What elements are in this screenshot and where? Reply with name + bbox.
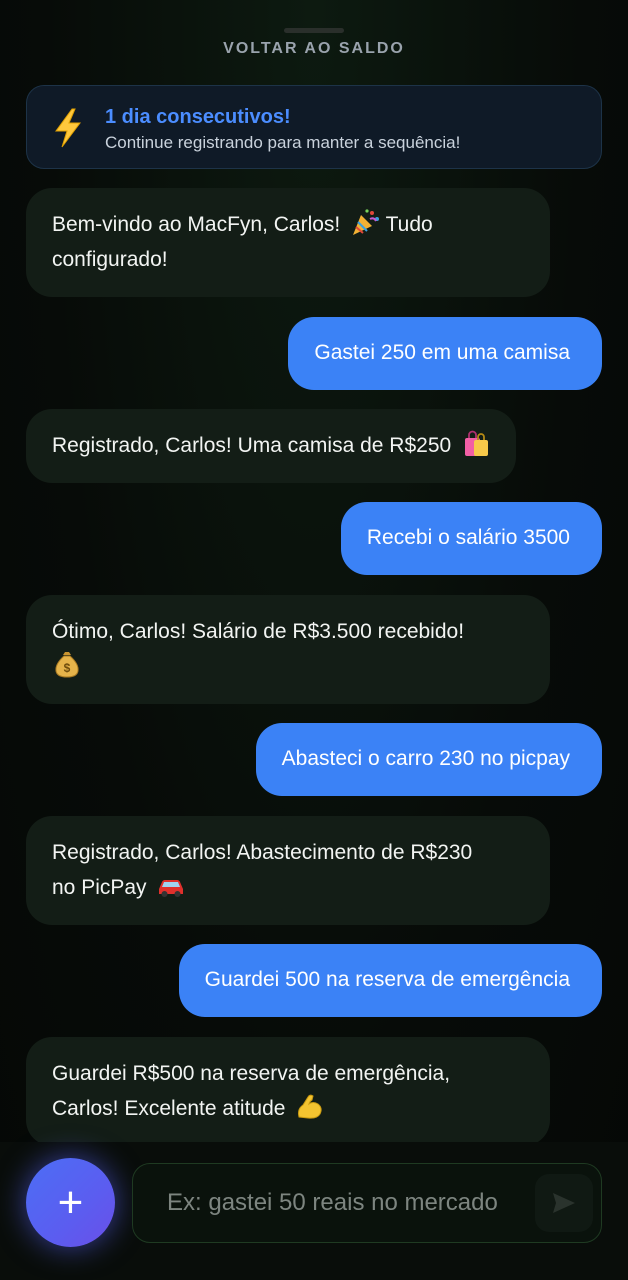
flexed-biceps-icon	[298, 1095, 322, 1120]
message-text: Registrado, Carlos! Abastecimento de R$2…	[52, 841, 473, 864]
send-icon	[553, 1193, 575, 1213]
streak-subtitle: Continue registrando para manter a sequê…	[105, 133, 461, 152]
drag-handle[interactable]	[284, 28, 344, 33]
bot-message: Registrado, Carlos! Uma camisa de R$250	[26, 409, 517, 483]
message-text: Guardei R$500 na reserva de emergência,	[52, 1062, 451, 1085]
message-input-container	[132, 1163, 602, 1243]
streak-title: 1 dia consecutivos!	[105, 106, 291, 128]
message-text: Gastei 250 em uma camisa	[314, 341, 570, 364]
svg-text:$: $	[64, 661, 71, 675]
bot-message: Ótimo, Carlos! Salário de R$3.500 recebi…	[26, 595, 550, 704]
back-to-balance-link[interactable]: VOLTAR AO SALDO	[0, 40, 628, 58]
message-input[interactable]	[167, 1164, 507, 1242]
message-text: Abasteci o carro 230 no picpay	[281, 747, 570, 770]
party-popper-icon	[353, 209, 380, 236]
add-button[interactable]: +	[26, 1158, 115, 1247]
message-text: no PicPay	[52, 876, 147, 899]
message-text: Registrado, Carlos! Uma camisa de R$250	[52, 434, 452, 457]
message-text: Tudo	[385, 213, 433, 236]
send-button[interactable]	[535, 1174, 593, 1232]
message-text: Bem-vindo ao MacFyn, Carlos!	[52, 213, 341, 236]
message-text: Recebi o salário 3500	[366, 526, 570, 549]
user-message: Guardei 500 na reserva de emergência	[178, 944, 602, 1017]
plus-icon: +	[57, 1177, 84, 1227]
message-text: configurado!	[52, 248, 168, 271]
streak-banner: 1 dia consecutivos! Continue registrando…	[26, 85, 602, 169]
bot-message: Registrado, Carlos! Abastecimento de R$2…	[26, 816, 550, 925]
message-text: Carlos! Excelente atitude	[52, 1097, 286, 1120]
lightning-icon	[55, 108, 81, 148]
shopping-bags-icon	[465, 431, 489, 457]
user-message: Abasteci o carro 230 no picpay	[255, 723, 602, 796]
money-bag-icon: $	[55, 652, 79, 678]
message-text: Guardei 500 na reserva de emergência	[204, 968, 570, 991]
user-message: Gastei 250 em uma camisa	[288, 317, 602, 390]
message-text: Ótimo, Carlos! Salário de R$3.500 recebi…	[52, 620, 465, 643]
bot-message: Bem-vindo ao MacFyn, Carlos! Tudo config…	[26, 188, 550, 297]
user-message: Recebi o salário 3500	[340, 502, 602, 575]
bot-message: Guardei R$500 na reserva de emergência, …	[26, 1037, 550, 1146]
car-icon	[159, 880, 184, 898]
